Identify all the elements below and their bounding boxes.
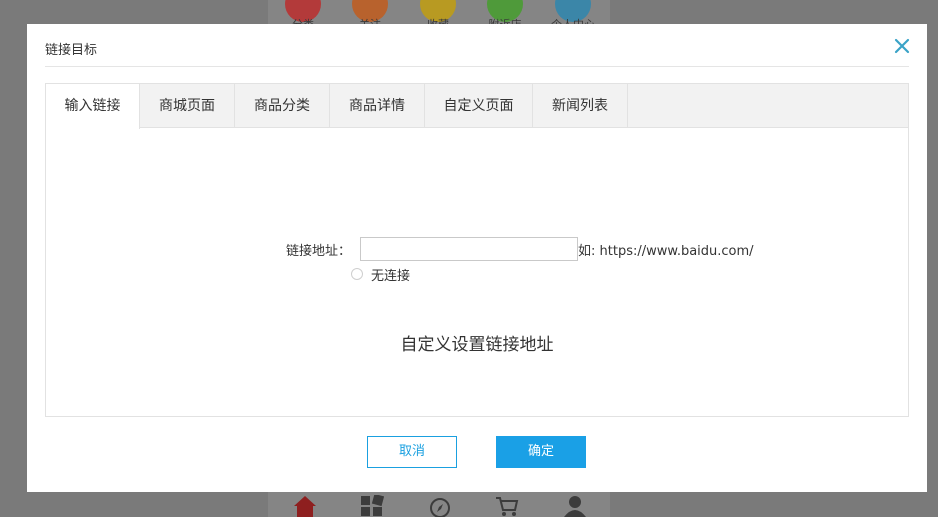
- apps-icon: [361, 495, 384, 516]
- tab-description: 自定义设置链接地址: [400, 335, 554, 355]
- tab-news-list[interactable]: 新闻列表: [533, 84, 628, 128]
- no-link-radio[interactable]: [351, 268, 363, 280]
- close-icon[interactable]: [893, 37, 911, 55]
- link-target-dialog: 链接目标 输入链接 商城页面 商品分类 商品详情 自定义页面 新闻列表 链接地址…: [27, 24, 927, 492]
- background-top-nav: 分类 关注 收藏 附近店 个人中心: [268, 0, 610, 24]
- bg-top-label: 关注: [340, 16, 400, 24]
- link-url-hint: 如: https://www.baidu.com/: [578, 244, 754, 259]
- cart-icon: [496, 497, 519, 516]
- cancel-button[interactable]: 取消: [367, 436, 457, 468]
- no-link-radio-label[interactable]: 无连接: [371, 265, 410, 284]
- bg-top-label: 个人中心: [543, 16, 603, 24]
- tab-product-category[interactable]: 商品分类: [235, 84, 330, 128]
- bg-top-label: 收藏: [408, 16, 468, 24]
- dialog-title: 链接目标: [45, 43, 98, 58]
- tab-product-detail[interactable]: 商品详情: [330, 84, 425, 128]
- tabs-panel: 输入链接 商城页面 商品分类 商品详情 自定义页面 新闻列表 链接地址： 如: …: [45, 83, 909, 417]
- user-icon: [564, 496, 586, 517]
- tabs-bar: 输入链接 商城页面 商品分类 商品详情 自定义页面 新闻列表: [46, 84, 908, 129]
- link-url-input[interactable]: [360, 237, 578, 261]
- tab-custom-page[interactable]: 自定义页面: [425, 84, 533, 128]
- background-tab-bar: [268, 492, 610, 517]
- compass-icon: [430, 498, 450, 517]
- home-icon: [294, 496, 316, 517]
- tab-input-link[interactable]: 输入链接: [46, 84, 140, 129]
- dialog-header: 链接目标: [45, 24, 911, 67]
- bg-top-label: 附近店: [475, 16, 535, 24]
- tab-mall-page[interactable]: 商城页面: [140, 84, 235, 128]
- bg-top-label: 分类: [273, 16, 333, 24]
- link-address-label: 链接地址：: [286, 244, 352, 259]
- confirm-button[interactable]: 确定: [496, 436, 586, 468]
